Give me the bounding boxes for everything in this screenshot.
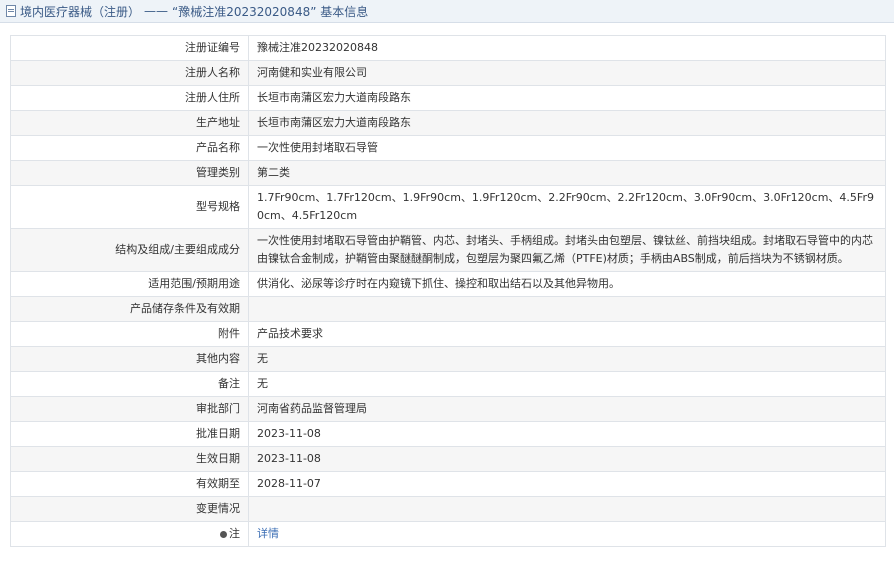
row-label: 变更情况 <box>10 496 249 522</box>
row-label: 产品储存条件及有效期 <box>10 296 249 322</box>
row-value: 2023-11-08 <box>248 446 886 472</box>
table-row: 产品储存条件及有效期 <box>10 296 886 322</box>
header-separator: —— <box>144 4 169 18</box>
row-value: 豫械注准20232020848 <box>248 35 886 61</box>
row-value <box>248 296 886 322</box>
info-table: 注册证编号 豫械注准20232020848 注册人名称 河南健和实业有限公司 注… <box>10 35 886 547</box>
table-row: 产品名称 一次性使用封堵取石导管 <box>10 135 886 161</box>
table-row: 注册证编号 豫械注准20232020848 <box>10 35 886 61</box>
row-label: 有效期至 <box>10 471 249 497</box>
row-label: 适用范围/预期用途 <box>10 271 249 297</box>
table-row: 备注 无 <box>10 371 886 397</box>
row-label: 型号规格 <box>10 185 249 229</box>
table-row: 型号规格 1.7Fr90cm、1.7Fr120cm、1.9Fr90cm、1.9F… <box>10 185 886 229</box>
note-label-cell: 注 <box>10 521 249 547</box>
table-row: 生效日期 2023-11-08 <box>10 446 886 472</box>
row-value: 一次性使用封堵取石导管 <box>248 135 886 161</box>
row-label: 生产地址 <box>10 110 249 136</box>
row-label: 注册人名称 <box>10 60 249 86</box>
table-row: 管理类别 第二类 <box>10 160 886 186</box>
row-value: 长垣市南蒲区宏力大道南段路东 <box>248 110 886 136</box>
row-value: 长垣市南蒲区宏力大道南段路东 <box>248 85 886 111</box>
table-row: 注 详情 <box>10 521 886 547</box>
row-value: 河南健和实业有限公司 <box>248 60 886 86</box>
row-label: 其他内容 <box>10 346 249 372</box>
row-label: 生效日期 <box>10 446 249 472</box>
table-row: 审批部门 河南省药品监督管理局 <box>10 396 886 422</box>
row-value: 1.7Fr90cm、1.7Fr120cm、1.9Fr90cm、1.9Fr120c… <box>248 185 886 229</box>
row-label: 产品名称 <box>10 135 249 161</box>
row-value: 详情 <box>248 521 886 547</box>
table-row: 注册人住所 长垣市南蒲区宏力大道南段路东 <box>10 85 886 111</box>
row-label: 备注 <box>10 371 249 397</box>
table-row: 批准日期 2023-11-08 <box>10 421 886 447</box>
row-value: 无 <box>248 371 886 397</box>
row-label: 注册证编号 <box>10 35 249 61</box>
row-label: 附件 <box>10 321 249 347</box>
row-label: 批准日期 <box>10 421 249 447</box>
table-row: 生产地址 长垣市南蒲区宏力大道南段路东 <box>10 110 886 136</box>
table-row: 结构及组成/主要组成成分 一次性使用封堵取石导管由护鞘管、内芯、封堵头、手柄组成… <box>10 228 886 272</box>
table-row: 适用范围/预期用途 供消化、泌尿等诊疗时在内窥镜下抓住、操控和取出结石以及其他异… <box>10 271 886 297</box>
page-header: 境内医疗器械（注册） —— “豫械注准20232020848” 基本信息 <box>0 0 894 23</box>
row-value: 第二类 <box>248 160 886 186</box>
row-value <box>248 496 886 522</box>
note-icon <box>220 530 227 538</box>
document-icon <box>6 5 16 17</box>
row-value: 供消化、泌尿等诊疗时在内窥镜下抓住、操控和取出结石以及其他异物用。 <box>248 271 886 297</box>
row-value: 产品技术要求 <box>248 321 886 347</box>
row-label: 管理类别 <box>10 160 249 186</box>
row-value: 2023-11-08 <box>248 421 886 447</box>
row-value: 一次性使用封堵取石导管由护鞘管、内芯、封堵头、手柄组成。封堵头由包塑层、镍钛丝、… <box>248 228 886 272</box>
row-label: 结构及组成/主要组成成分 <box>10 228 249 272</box>
row-value: 无 <box>248 346 886 372</box>
row-value: 河南省药品监督管理局 <box>248 396 886 422</box>
table-row: 其他内容 无 <box>10 346 886 372</box>
row-label: 注 <box>229 527 240 540</box>
table-row: 变更情况 <box>10 496 886 522</box>
header-record-title: “豫械注准20232020848” 基本信息 <box>172 4 369 19</box>
table-row: 注册人名称 河南健和实业有限公司 <box>10 60 886 86</box>
header-category: 境内医疗器械（注册） <box>20 4 141 19</box>
row-label: 审批部门 <box>10 396 249 422</box>
table-row: 有效期至 2028-11-07 <box>10 471 886 497</box>
table-row: 附件 产品技术要求 <box>10 321 886 347</box>
row-value: 2028-11-07 <box>248 471 886 497</box>
row-label: 注册人住所 <box>10 85 249 111</box>
details-link[interactable]: 详情 <box>257 527 279 540</box>
